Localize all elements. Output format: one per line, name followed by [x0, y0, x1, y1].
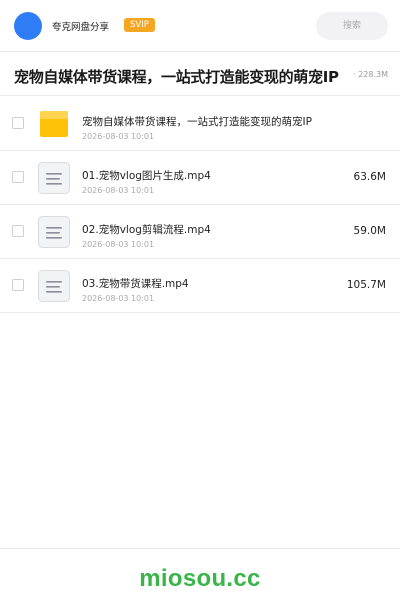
list-item[interactable]: 01.宠物vlog图片生成.mp4 2026-08-03 10:01 63.6M [0, 151, 400, 205]
list-item[interactable]: 02.宠物vlog剪辑流程.mp4 2026-08-03 10:01 59.0M [0, 205, 400, 259]
video-file-icon [38, 162, 70, 194]
file-date: 2026-08-03 10:01 [82, 240, 155, 249]
file-name: 01.宠物vlog图片生成.mp4 [82, 170, 211, 182]
video-file-icon [38, 216, 70, 248]
file-name: 宠物自媒体带货课程，一站式打造能变现的萌宠IP [82, 116, 312, 128]
folder-title: 宠物自媒体带货课程，一站式打造能变现的萌宠IP [14, 68, 339, 86]
page-footer: miosou.cc [0, 548, 400, 600]
row-checkbox[interactable] [12, 117, 24, 129]
avatar[interactable] [14, 12, 42, 40]
file-name: 03.宠物带货课程.mp4 [82, 278, 189, 290]
file-date: 2026-08-03 10:01 [82, 186, 155, 195]
file-date: 2026-08-03 10:01 [82, 132, 155, 141]
file-size: 63.6M [353, 171, 386, 183]
app-header: 夸克网盘分享 SVIP [0, 0, 400, 52]
app-title: 夸克网盘分享 [52, 22, 110, 33]
file-size: 59.0M [353, 225, 386, 237]
site-watermark: miosou.cc [139, 565, 261, 592]
video-file-icon [38, 270, 70, 302]
search-input[interactable] [316, 12, 388, 40]
row-checkbox[interactable] [12, 171, 24, 183]
list-item[interactable]: 03.宠物带货课程.mp4 2026-08-03 10:01 105.7M [0, 259, 400, 313]
svip-badge: SVIP [124, 18, 155, 32]
folder-meta: · 228.3M [353, 70, 388, 79]
list-item[interactable]: 宠物自媒体带货课程，一站式打造能变现的萌宠IP 2026-08-03 10:01 [0, 97, 400, 151]
file-size: 105.7M [346, 279, 386, 291]
row-checkbox[interactable] [12, 279, 24, 291]
file-name: 02.宠物vlog剪辑流程.mp4 [82, 224, 211, 236]
folder-header: 宠物自媒体带货课程，一站式打造能变现的萌宠IP · 228.3M [0, 52, 400, 96]
row-checkbox[interactable] [12, 225, 24, 237]
folder-icon [38, 108, 70, 140]
file-date: 2026-08-03 10:01 [82, 294, 155, 303]
